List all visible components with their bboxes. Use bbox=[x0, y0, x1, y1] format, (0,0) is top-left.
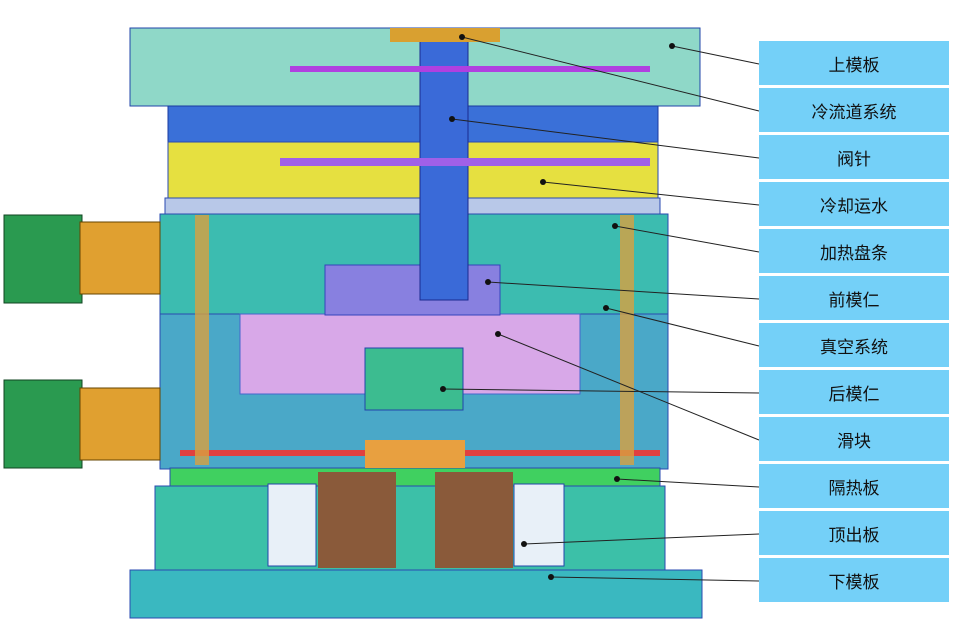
label-bottom-clamp-plate: 下模板 bbox=[759, 558, 949, 602]
core-insert bbox=[364, 347, 464, 411]
cylinder-top bbox=[3, 214, 83, 304]
label-cooling-water: 冷却运水 bbox=[759, 182, 949, 226]
label-cavity-insert: 前模仁 bbox=[759, 276, 949, 320]
label-vacuum-system: 真空系统 bbox=[759, 323, 949, 367]
manifold-plate bbox=[167, 105, 659, 143]
cavity-insert bbox=[324, 264, 501, 316]
hot-runner-plate bbox=[167, 141, 659, 199]
label-slider: 滑块 bbox=[759, 417, 949, 461]
label-insulation-plate: 隔热板 bbox=[759, 464, 949, 508]
label-heating-coil: 加热盘条 bbox=[759, 229, 949, 273]
cylinder-bottom bbox=[3, 379, 83, 469]
bottom-clamp-plate bbox=[129, 569, 703, 619]
label-top-clamp-plate: 上模板 bbox=[759, 41, 949, 85]
label-valve-pin: 阀针 bbox=[759, 135, 949, 179]
label-column: 上模板 冷流道系统 阀针 冷却运水 加热盘条 前模仁 真空系统 后模仁 滑块 隔… bbox=[759, 41, 949, 605]
insulation-plate bbox=[169, 467, 661, 487]
label-ejector-plate: 顶出板 bbox=[759, 511, 949, 555]
mold-assembly bbox=[3, 27, 703, 619]
ejector-plate bbox=[154, 485, 666, 571]
label-core-insert: 后模仁 bbox=[759, 370, 949, 414]
label-cold-runner-system: 冷流道系统 bbox=[759, 88, 949, 132]
